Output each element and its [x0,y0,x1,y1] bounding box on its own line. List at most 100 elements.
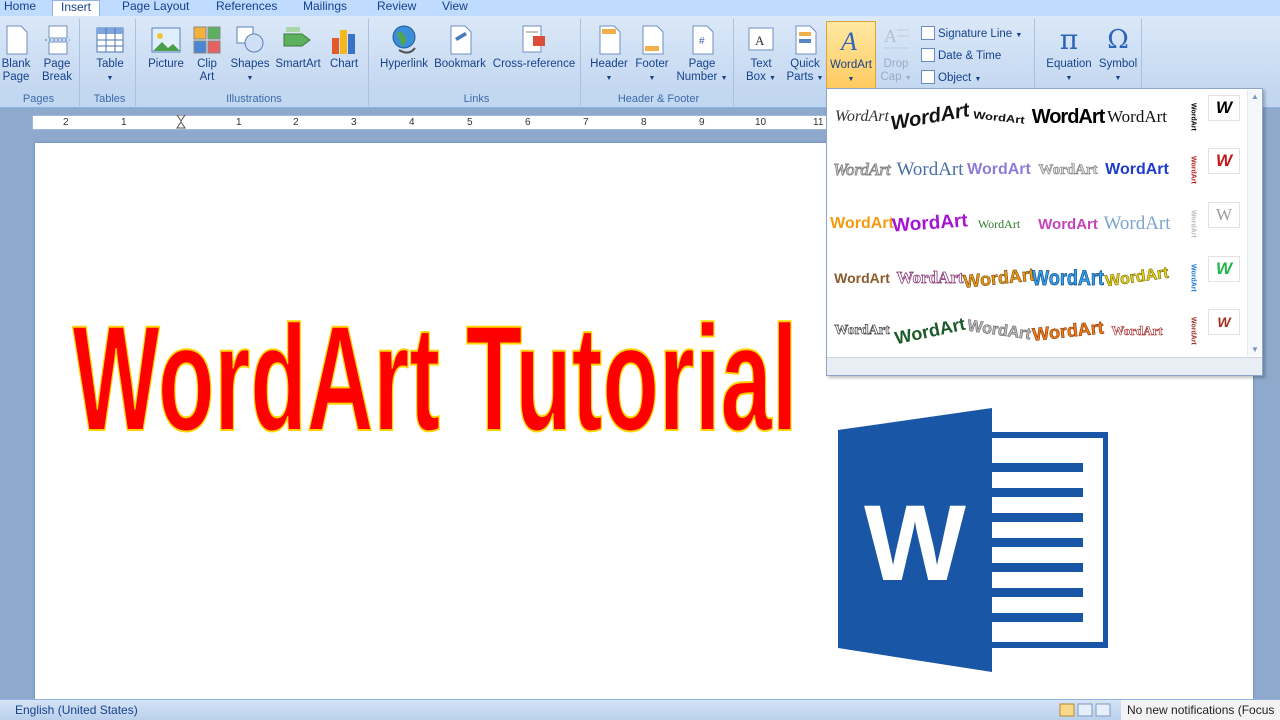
shapes-button[interactable]: Shapes ▼ [230,24,270,85]
pi-icon: π [1059,23,1079,56]
date-time-button[interactable]: Date & Time [921,48,1001,64]
group-label-pages: Pages [0,92,79,106]
object-button[interactable]: Object ▼ [921,70,981,88]
wordart-style-22[interactable]: WordArt [831,254,893,302]
wordart-style-13[interactable]: WordArt [1179,146,1207,194]
wordart-style-5[interactable]: WordArt [1106,93,1168,141]
wordart-style-15[interactable]: WordArt [830,200,894,248]
group-tables: Table ▼ Tables [84,19,136,106]
notification-toast[interactable]: No new notifications (Focus [1121,700,1280,720]
group-links: Hyperlink Bookmark Cross-reference Links [373,19,581,106]
wordart-style-3[interactable]: WordArt [966,95,1032,140]
wordart-style-26[interactable]: WordArt [1103,250,1171,306]
wordart-style-30[interactable]: WordArt [893,301,967,361]
chart-button[interactable]: Chart [326,24,362,71]
svg-text:A: A [755,33,765,48]
wordart-style-33[interactable]: WordArt [1106,307,1168,355]
language-indicator[interactable]: English (United States) [15,703,138,717]
wordart-style-8[interactable]: WordArt [831,146,893,194]
cross-reference-icon [519,24,549,56]
wordart-style-2[interactable]: WordArt [889,88,971,146]
tab-review[interactable]: Review [369,0,424,16]
calendar-icon [921,48,935,62]
indent-marker-icon[interactable] [176,114,186,130]
globe-icon [389,24,419,56]
tab-home[interactable]: Home [0,0,44,16]
wordart-style-17[interactable]: WordArt [968,200,1030,248]
wordart-style-10[interactable]: WordArt [967,146,1031,194]
clip-art-icon [192,24,222,56]
cross-reference-button[interactable]: Cross-reference [491,24,577,71]
group-illustrations: Picture Clip Art Shapes ▼ SmartArt Chart… [140,19,369,106]
clip-art-button[interactable]: Clip Art [190,24,224,84]
svg-text:#: # [699,36,705,47]
tab-page-layout[interactable]: Page Layout [114,0,197,16]
hyperlink-button[interactable]: Hyperlink [377,24,431,71]
drop-cap-button[interactable]: A Drop Cap ▼ [877,24,915,85]
table-button[interactable]: Table ▼ [90,24,130,85]
tab-view[interactable]: View [434,0,476,16]
table-icon [95,24,125,56]
smartart-button[interactable]: SmartArt [274,24,322,71]
wordart-style-18[interactable]: WordArt [1037,200,1099,248]
tab-mailings[interactable]: Mailings [295,0,355,16]
bookmark-button[interactable]: Bookmark [433,24,487,71]
wordart-style-24[interactable]: WordArt [962,251,1036,305]
wordart-style-11[interactable]: WordArt [1037,146,1099,194]
wordart-style-35[interactable]: W [1208,309,1240,335]
picture-button[interactable]: Picture [146,24,186,71]
tab-references[interactable]: References [208,0,285,16]
wordart-style-31[interactable]: WordArt [965,303,1033,359]
ribbon-tabs: Home Insert Page Layout References Maili… [0,0,1280,17]
wordart-style-19[interactable]: WordArt [1103,200,1170,248]
svg-text:A: A [839,27,857,56]
page-number-button[interactable]: # Page Number ▼ [674,24,730,85]
wordart-text[interactable]: WordArt Tutorial [68,290,803,455]
footer-icon [637,24,667,56]
shapes-icon [235,24,265,56]
wordart-style-14[interactable]: W [1208,148,1240,174]
wordart-style-34[interactable]: WordArt [1179,307,1207,355]
tab-insert[interactable]: Insert [52,0,101,17]
quick-parts-button[interactable]: Quick Parts ▼ [785,24,825,85]
wordart-style-4[interactable]: WordArt [1032,93,1106,141]
status-bar: English (United States) No new notificat… [0,699,1280,720]
wordart-style-20[interactable]: WordArt [1179,200,1207,248]
wordart-style-27[interactable]: WordArt [1179,254,1207,302]
wordart-style-21[interactable]: W [1208,202,1240,228]
wordart-style-32[interactable]: WordArt [1031,304,1105,358]
header-icon [594,24,624,56]
group-header-footer: Header ▼ Footer ▼ # Page Number ▼ Header &… [584,19,734,106]
wordart-style-9[interactable]: WordArt [896,146,963,194]
wordart-style-29[interactable]: WordArt [831,307,893,355]
smartart-icon [283,24,313,56]
wordart-button[interactable]: A WordArt ▼ [826,21,876,91]
group-label-header-footer: Header & Footer [584,92,733,106]
horizontal-ruler[interactable]: 2 1 1 2 3 4 5 6 7 8 9 10 11 [32,114,832,130]
gallery-scrollbar[interactable]: ▲ ▼ [1247,90,1261,356]
wordart-style-23[interactable]: WordArt [896,254,964,302]
wordart-style-25[interactable]: WordArt [1032,249,1104,307]
wordart-style-16[interactable]: WordArt [892,198,969,250]
equation-button[interactable]: π Equation ▼ [1042,24,1096,85]
wordart-style-6[interactable]: WordArt [1179,93,1207,141]
text-box-button[interactable]: A Text Box ▼ [741,24,781,85]
symbol-button[interactable]: Ω Symbol ▼ [1097,24,1139,85]
footer-button[interactable]: Footer ▼ [632,24,672,85]
wordart-style-28[interactable]: W [1208,256,1240,282]
blank-page-button[interactable]: Blank Page [0,24,32,84]
page-break-icon [42,24,72,56]
scroll-up-icon[interactable]: ▲ [1251,92,1259,101]
group-label-illustrations: Illustrations [140,92,368,106]
page-break-button[interactable]: Page Break [38,24,76,84]
gallery-resize-bar[interactable] [827,357,1262,375]
wordart-text-content: WordArt Tutorial [73,294,798,455]
signature-line-button[interactable]: Signature Line ▼ [921,26,1022,44]
wordart-style-1[interactable]: WordArt [831,93,893,141]
chart-icon [329,24,359,56]
header-button[interactable]: Header ▼ [588,24,630,85]
wordart-style-12[interactable]: WordArt [1105,146,1169,194]
scroll-down-icon[interactable]: ▼ [1251,345,1259,354]
blank-page-icon [1,24,31,56]
wordart-style-7[interactable]: W [1208,95,1240,121]
